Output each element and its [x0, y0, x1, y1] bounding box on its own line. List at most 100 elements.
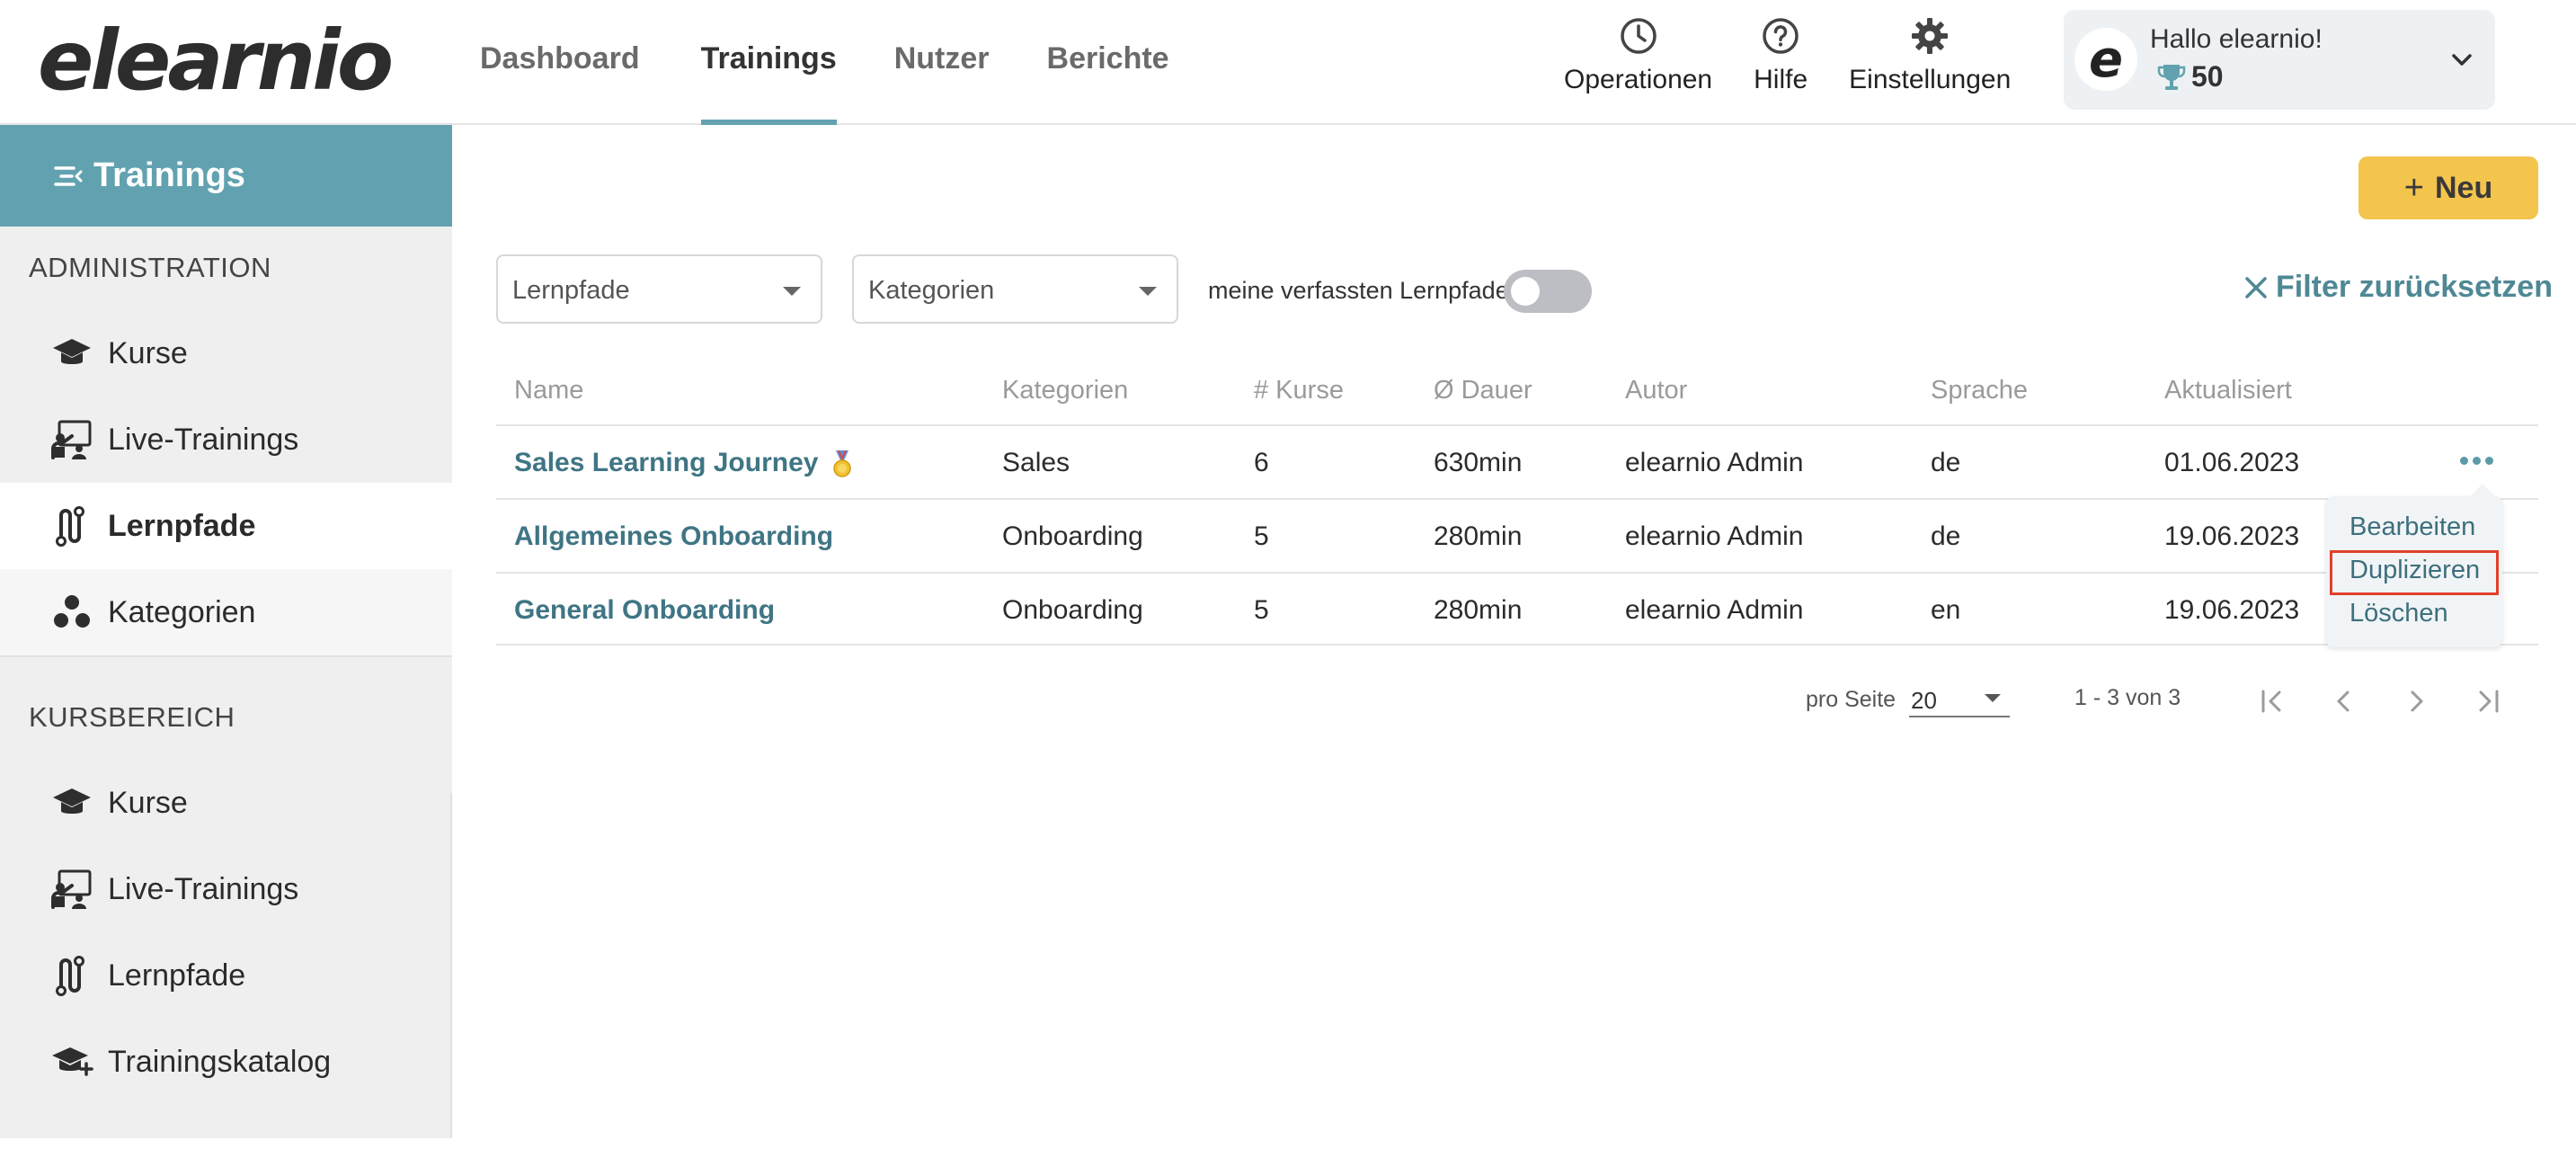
elearnio-logo[interactable]: elearnio — [38, 16, 394, 106]
learning-paths-filter-placeholder: Lernpfade — [512, 276, 630, 305]
row-language: en — [1931, 595, 1961, 625]
sidebar-item-kurse[interactable]: Kurse — [0, 310, 452, 396]
more-actions-icon[interactable] — [2460, 457, 2498, 465]
user-points: 50 — [2155, 60, 2224, 94]
row-updated: 01.06.2023 — [2164, 448, 2300, 477]
row-category: Onboarding — [1002, 521, 1143, 551]
sidebar-item-lernpfade[interactable]: Lernpfade — [0, 483, 452, 569]
new-button[interactable]: + Neu — [2358, 156, 2538, 219]
top-bar: elearnio Dashboard Trainings Nutzer Beri… — [0, 0, 2576, 125]
menu-item-edit[interactable]: Bearbeiten — [2349, 512, 2475, 542]
per-page-label: pro Seite — [1806, 687, 1896, 712]
last-page-icon — [2479, 690, 2499, 713]
question-icon — [1763, 18, 1799, 54]
row-category: Sales — [1002, 448, 1070, 477]
sidebar-item-kategorien[interactable]: Kategorien — [0, 569, 452, 655]
section-title-administration: ADMINISTRATION — [29, 252, 271, 283]
chevron-right-icon — [2411, 690, 2423, 712]
gear-icon — [1912, 18, 1949, 54]
user-menu[interactable]: e Hallo elearnio! 50 — [2064, 10, 2495, 110]
catalog-icon — [52, 1047, 93, 1076]
row-duration: 280min — [1434, 521, 1523, 551]
sidebar-divider — [0, 655, 452, 657]
sidebar-item-label: Kurse — [108, 785, 188, 820]
path-icon — [56, 506, 84, 547]
sidebar-item-label: Trainingskatalog — [108, 1044, 332, 1079]
row-updated: 19.06.2023 — [2164, 521, 2300, 551]
sidebar-header-label: Trainings — [93, 156, 245, 194]
my-paths-toggle[interactable] — [1504, 270, 1592, 313]
row-category: Onboarding — [1002, 595, 1143, 625]
settings-label: Einstellungen — [1849, 65, 2012, 94]
categories-filter[interactable]: Kategorien — [852, 254, 1178, 324]
previous-page-button[interactable] — [2324, 681, 2364, 721]
toggle-knob — [1511, 277, 1540, 306]
trophy-icon — [2157, 64, 2186, 90]
nav-trainings[interactable]: Trainings — [700, 0, 837, 125]
row-name-link[interactable]: Sales Learning Journey — [514, 448, 853, 478]
help-button[interactable]: Hilfe — [1754, 16, 1808, 95]
sidebar-item-label: Live-Trainings — [108, 422, 299, 457]
column-header-categories[interactable]: Kategorien — [1002, 376, 1128, 405]
menu-item-delete[interactable]: Löschen — [2349, 599, 2448, 628]
collapse-menu-icon — [54, 165, 83, 186]
row-language: de — [1931, 521, 1961, 551]
caret-down-icon — [1985, 694, 2001, 702]
row-actions-menu: Bearbeiten Duplizieren Löschen — [2326, 484, 2502, 647]
graduation-cap-icon — [53, 788, 91, 814]
table-row[interactable]: Sales Learning Journey Sales 6 630min el… — [496, 424, 2538, 498]
column-header-duration[interactable]: Ø Dauer — [1434, 376, 1532, 405]
last-page-button[interactable] — [2468, 681, 2508, 721]
row-name-link[interactable]: Allgemeines Onboarding — [514, 521, 833, 552]
first-page-icon — [2261, 690, 2281, 713]
sidebar-item-kurse-kursbereich[interactable]: Kurse — [0, 760, 452, 846]
column-header-updated[interactable]: Aktualisiert — [2164, 376, 2292, 405]
first-page-button[interactable] — [2252, 681, 2292, 721]
plus-icon: + — [2403, 168, 2424, 207]
column-header-author[interactable]: Autor — [1625, 376, 1687, 405]
categories-filter-placeholder: Kategorien — [868, 276, 995, 305]
settings-button[interactable]: Einstellungen — [1849, 16, 2011, 95]
sidebar-item-label: Live-Trainings — [108, 871, 299, 906]
nav-berichte[interactable]: Berichte — [1047, 0, 1169, 125]
close-icon — [2245, 276, 2267, 298]
nav-dashboard[interactable]: Dashboard — [480, 0, 640, 125]
per-page-select[interactable]: 20 — [1909, 676, 2010, 717]
row-updated: 19.06.2023 — [2164, 595, 2300, 625]
column-header-courses[interactable]: # Kurse — [1254, 376, 1344, 405]
sidebar-item-lernpfade-kursbereich[interactable]: Lernpfade — [0, 932, 452, 1019]
row-name-link[interactable]: General Onboarding — [514, 595, 775, 626]
section-title-kursbereich: KURSBEREICH — [29, 701, 235, 733]
graduation-cap-icon — [53, 339, 91, 364]
row-author: elearnio Admin — [1625, 595, 1804, 625]
table-row[interactable]: General Onboarding Onboarding 5 280min e… — [496, 572, 2538, 646]
reset-filters-button[interactable]: Filter zurücksetzen — [2243, 270, 2553, 305]
menu-item-duplicate[interactable]: Duplizieren — [2349, 556, 2480, 585]
sidebar-item-label: Lernpfade — [108, 958, 246, 993]
row-author: elearnio Admin — [1625, 448, 1804, 477]
sidebar-item-live-trainings[interactable]: Live-Trainings — [0, 396, 452, 483]
row-courses: 6 — [1254, 448, 1269, 477]
reset-filters-label: Filter zurücksetzen — [2276, 270, 2553, 304]
sidebar-header[interactable]: Trainings — [0, 125, 452, 227]
presenter-icon — [51, 420, 92, 459]
column-header-name[interactable]: Name — [514, 376, 583, 405]
chevron-down-icon[interactable] — [2448, 46, 2475, 73]
column-header-language[interactable]: Sprache — [1931, 376, 2028, 405]
table-row[interactable]: Allgemeines Onboarding Onboarding 5 280m… — [496, 498, 2538, 572]
nav-nutzer[interactable]: Nutzer — [894, 0, 990, 125]
learning-paths-filter[interactable]: Lernpfade — [496, 254, 822, 324]
operations-button[interactable]: Operationen — [1564, 16, 1712, 95]
clock-icon — [1620, 18, 1657, 54]
path-icon — [56, 956, 84, 996]
categories-icon — [54, 595, 90, 628]
sidebar-item-trainingskatalog[interactable]: Trainingskatalog — [0, 1019, 452, 1105]
top-actions: Operationen Hilfe Einstellungen — [1564, 16, 2052, 95]
page-range: 1 - 3 von 3 — [2074, 685, 2181, 710]
sidebar-item-live-trainings-kursbereich[interactable]: Live-Trainings — [0, 846, 452, 932]
row-courses: 5 — [1254, 521, 1269, 551]
next-page-button[interactable] — [2396, 681, 2436, 721]
caret-down-icon — [1139, 287, 1157, 296]
operations-label: Operationen — [1564, 65, 1713, 94]
row-language: de — [1931, 448, 1961, 477]
